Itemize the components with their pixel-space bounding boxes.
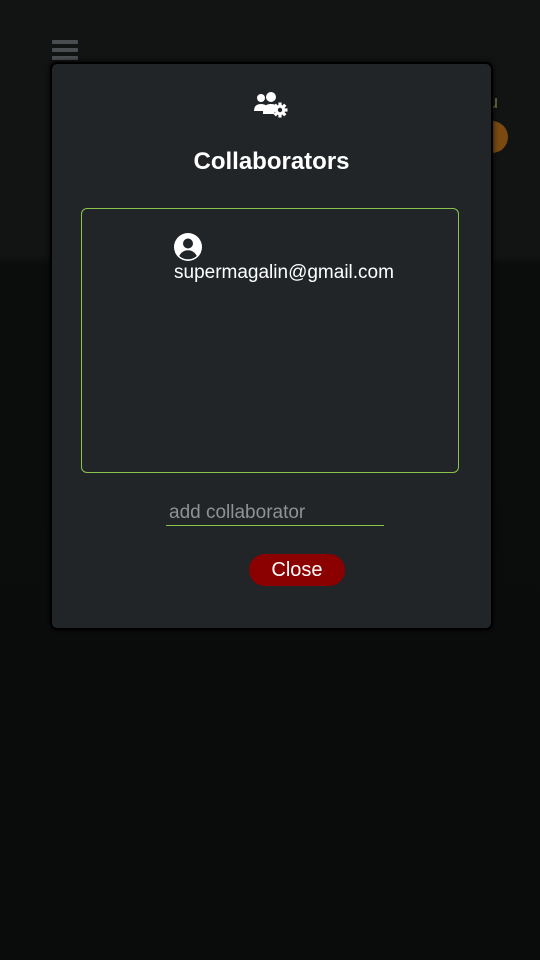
collaborator-email: supermagalin@gmail.com [174,262,394,283]
close-button[interactable]: Close [249,554,345,586]
users-gear-icon [254,92,288,118]
modal-title: Collaborators [193,148,350,175]
collaborators-list: supermagalin@gmail.com [81,208,459,473]
hamburger-menu-icon[interactable] [52,40,78,60]
user-circle-icon [174,233,202,261]
app-page: u Collaborators supermagalin@gmail.com a… [0,0,540,960]
collaborator-item[interactable]: supermagalin@gmail.com [174,233,394,284]
collaborators-modal: Collaborators supermagalin@gmail.com Clo… [50,62,493,630]
add-collaborator-input[interactable] [166,500,384,526]
